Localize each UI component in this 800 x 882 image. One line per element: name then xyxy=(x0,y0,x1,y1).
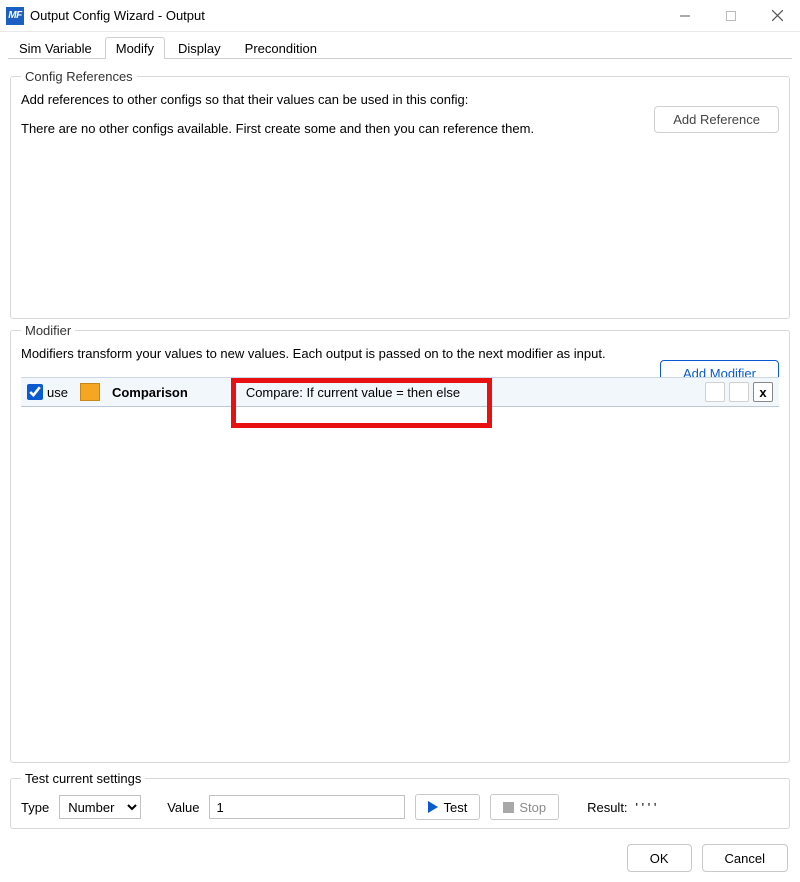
stop-icon xyxy=(503,802,514,813)
play-icon xyxy=(428,801,438,813)
modifier-delete-button[interactable]: x xyxy=(753,382,773,402)
value-input[interactable] xyxy=(209,795,405,819)
stop-button[interactable]: Stop xyxy=(490,794,559,820)
type-label: Type xyxy=(21,800,49,815)
value-label: Value xyxy=(167,800,199,815)
modifier-group: Modifier Modifiers transform your values… xyxy=(10,323,790,763)
window-controls xyxy=(662,0,800,32)
modifier-move-down-button[interactable] xyxy=(729,382,749,402)
titlebar: MF Output Config Wizard - Output xyxy=(0,0,800,32)
close-button[interactable] xyxy=(754,0,800,32)
modifier-legend: Modifier xyxy=(21,323,75,338)
modifier-use-checkbox[interactable] xyxy=(27,384,43,400)
modifier-info: Compare: If current value = then else xyxy=(246,385,460,400)
modifier-use-label: use xyxy=(47,385,68,400)
modifier-color-swatch[interactable] xyxy=(80,383,100,401)
tab-display[interactable]: Display xyxy=(167,37,232,59)
maximize-button[interactable] xyxy=(708,0,754,32)
ok-button[interactable]: OK xyxy=(627,844,692,872)
config-references-group: Config References Add references to othe… xyxy=(10,69,790,319)
tab-modify[interactable]: Modify xyxy=(105,37,165,59)
dialog-buttons: OK Cancel xyxy=(627,844,788,872)
result-value: ' ' ' ' xyxy=(636,800,657,815)
test-button[interactable]: Test xyxy=(415,794,480,820)
minimize-button[interactable] xyxy=(662,0,708,32)
modifier-desc: Modifiers transform your values to new v… xyxy=(21,346,779,361)
modifier-row[interactable]: use Comparison Compare: If current value… xyxy=(21,377,779,407)
test-settings-legend: Test current settings xyxy=(21,771,145,786)
type-select[interactable]: Number String xyxy=(59,795,141,819)
tab-sim-variable[interactable]: Sim Variable xyxy=(8,37,103,59)
tab-bar: Sim Variable Modify Display Precondition xyxy=(0,32,800,58)
add-reference-button[interactable]: Add Reference xyxy=(654,106,779,133)
config-references-legend: Config References xyxy=(21,69,137,84)
tab-precondition[interactable]: Precondition xyxy=(234,37,328,59)
test-settings-group: Test current settings Type Number String… xyxy=(10,771,790,829)
window-title: Output Config Wizard - Output xyxy=(30,8,662,23)
result-label: Result: xyxy=(587,800,627,815)
modifier-move-up-button[interactable] xyxy=(705,382,725,402)
config-references-desc: Add references to other configs so that … xyxy=(21,92,779,107)
modifier-name: Comparison xyxy=(112,385,188,400)
app-icon: MF xyxy=(6,7,24,25)
cancel-button[interactable]: Cancel xyxy=(702,844,788,872)
